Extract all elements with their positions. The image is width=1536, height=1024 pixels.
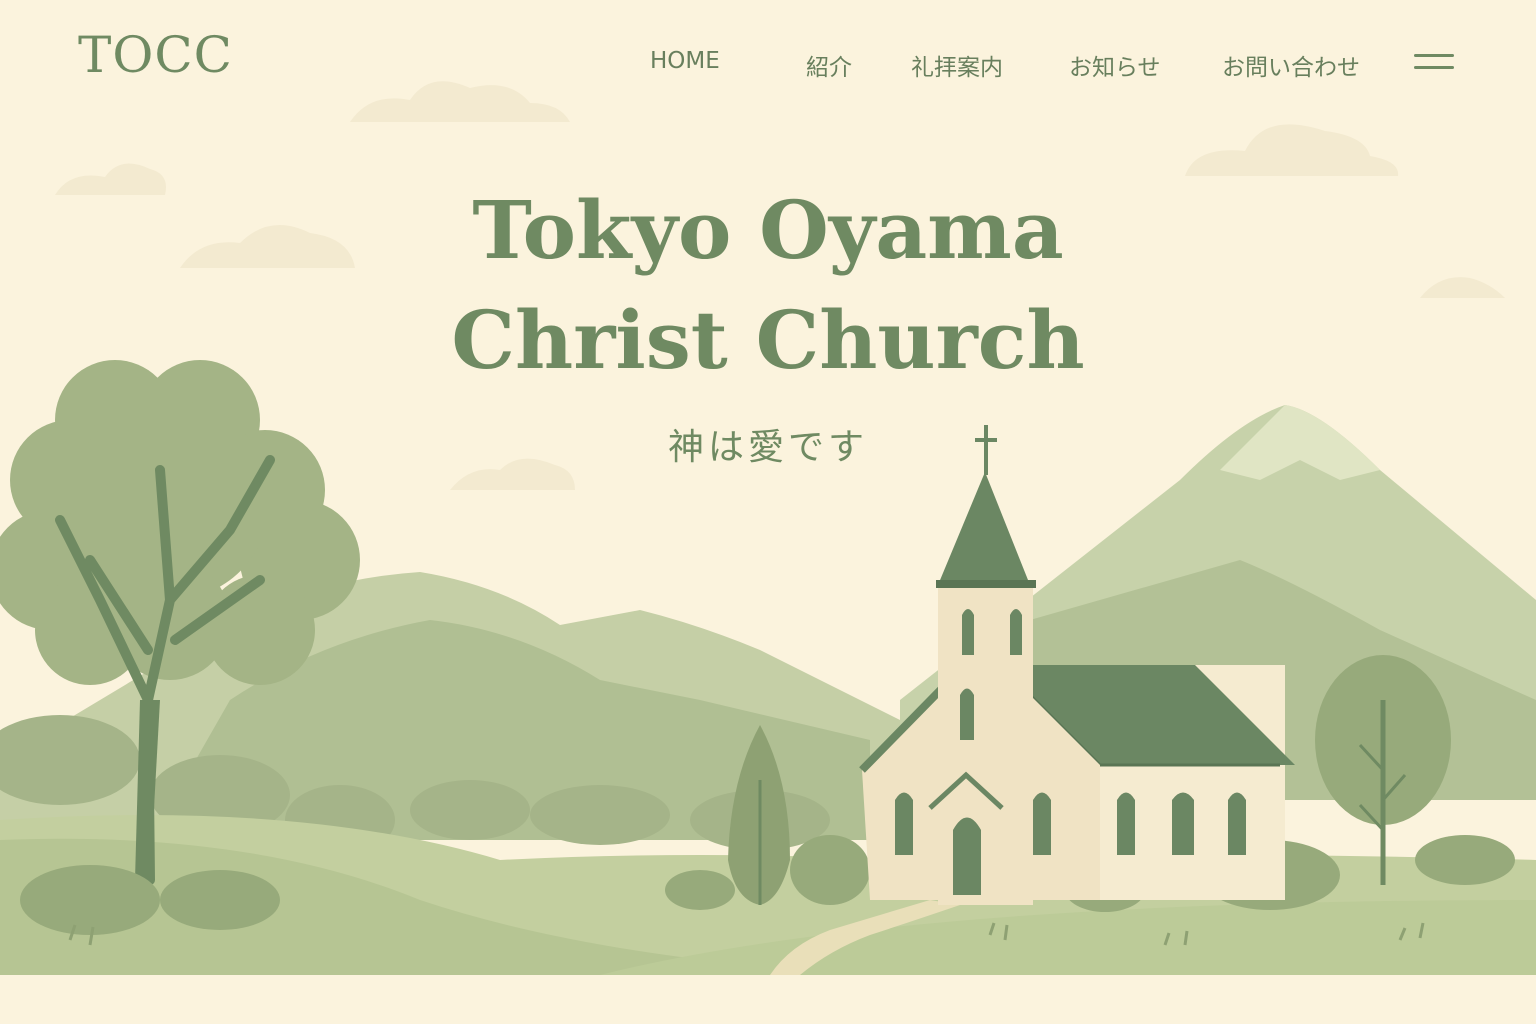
nav-item-about[interactable]: 紹介 bbox=[806, 48, 852, 82]
church-steeple bbox=[938, 472, 1030, 585]
site-header: TOCC HOME 紹介 礼拝案内 お知らせ お問い合わせ bbox=[0, 0, 1536, 120]
menu-line bbox=[1414, 54, 1454, 57]
nav-item-contact[interactable]: お問い合わせ bbox=[1222, 48, 1360, 82]
nav-item-worship[interactable]: 礼拝案内 bbox=[911, 48, 1003, 82]
hero-illustration bbox=[0, 81, 1536, 975]
hero-subtitle: 神は愛です bbox=[667, 427, 868, 468]
page: TOCC HOME 紹介 礼拝案内 お知らせ お問い合わせ Tokyo Oyam… bbox=[0, 0, 1536, 1024]
menu-line bbox=[1414, 66, 1454, 69]
hamburger-menu-icon[interactable] bbox=[1408, 50, 1460, 74]
main-nav: HOME 紹介 礼拝案内 お知らせ お問い合わせ bbox=[0, 48, 1536, 81]
hero-title-line2: Christ Church bbox=[451, 293, 1085, 387]
nav-item-home[interactable]: HOME bbox=[650, 48, 720, 74]
footer-strip bbox=[0, 975, 1536, 1024]
nav-item-news[interactable]: お知らせ bbox=[1069, 48, 1161, 82]
hero-title-line1: Tokyo Oyama bbox=[472, 183, 1064, 277]
